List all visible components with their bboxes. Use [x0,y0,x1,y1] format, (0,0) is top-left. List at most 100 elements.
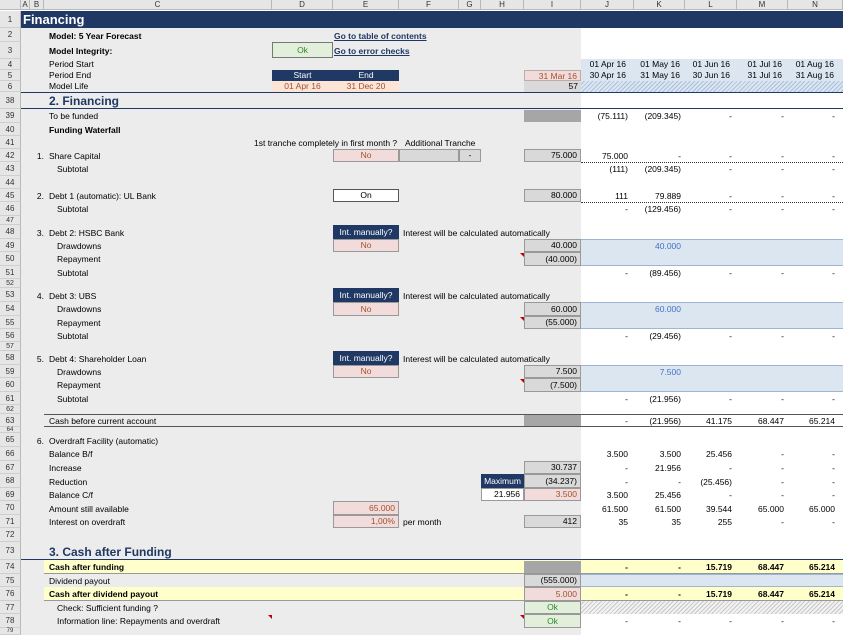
col-header-n[interactable]: N [788,0,843,10]
debt4-int-manually-header: Int. manually? [333,351,399,365]
subtotal-value: - [781,204,784,214]
row-header[interactable]: 44 [0,176,21,189]
row-header[interactable]: 76 [0,587,21,601]
row-header[interactable]: 54 [0,302,21,316]
col-header-b[interactable]: B [30,0,44,10]
row-header[interactable]: 40 [0,123,21,136]
row-header[interactable]: 59 [0,365,21,378]
row-header[interactable]: 67 [0,461,21,474]
row-header[interactable]: 47 [0,216,21,225]
col-header-m[interactable]: M [737,0,788,10]
col-header-i[interactable]: I [524,0,581,10]
amount-available-label: Amount still available [49,504,129,514]
row-header[interactable]: 48 [0,225,21,239]
row-header[interactable]: 49 [0,239,21,252]
debt3-int-manually-flag[interactable]: No [333,302,399,316]
col-header-k[interactable]: K [634,0,685,10]
row-header[interactable]: 73 [0,542,21,560]
row-header[interactable]: 66 [0,447,21,461]
overdraft-rate-input[interactable]: 1,00% [333,515,399,528]
row-header[interactable]: 70 [0,501,21,515]
row-header[interactable]: 53 [0,288,21,302]
balance-cf-opening[interactable]: 3.500 [524,488,581,501]
row-header[interactable]: 56 [0,329,21,342]
debt2-draw-value[interactable]: 40.000 [634,240,681,252]
col-header-c[interactable]: C [44,0,272,10]
row-header[interactable]: 79 [0,628,21,635]
integrity-label: Model Integrity: [49,46,113,56]
col-header-h[interactable]: H [481,0,524,10]
error-checks-link[interactable]: Go to error checks [334,45,410,57]
col-header-d[interactable]: D [272,0,333,10]
row-header[interactable]: 60 [0,378,21,392]
period-end: 30 Jun 16 [692,70,730,80]
row-header[interactable]: 71 [0,515,21,528]
timeline-blank [581,28,843,59]
overdraft-limit-input[interactable]: 65.000 [333,501,399,515]
row-header[interactable]: 57 [0,342,21,351]
debt1-value: 79.889 [655,191,681,201]
row-header[interactable]: 42 [0,149,21,162]
row-header[interactable]: 52 [0,279,21,288]
col-header-e[interactable]: E [333,0,399,10]
row-header[interactable]: 58 [0,351,21,365]
debt4-draw-value[interactable]: 7.500 [634,366,681,378]
debt3-input-band[interactable] [581,302,843,329]
row-header[interactable]: 74 [0,560,21,574]
debt2-int-manually-flag[interactable]: No [333,239,399,252]
cash-after-dividend-opening[interactable]: 5.000 [524,587,581,601]
row-header[interactable]: 62 [0,405,21,414]
row-header[interactable]: 5 [0,70,21,81]
row-header[interactable]: 43 [0,162,21,176]
subtotal-label: Subtotal [57,204,89,214]
share-capital-additional-value[interactable]: - [459,149,481,162]
balance-bf-value: 3.500 [659,449,681,459]
row-header[interactable]: 77 [0,601,21,614]
row-header[interactable]: 3 [0,42,21,59]
row-header[interactable]: 51 [0,266,21,279]
row-header[interactable]: 6 [0,81,21,92]
share-capital-additional[interactable] [399,149,459,162]
row-header[interactable]: 78 [0,614,21,628]
row-header[interactable]: 68 [0,474,21,488]
row-header[interactable]: 2 [0,28,21,42]
row-header[interactable]: 46 [0,202,21,216]
end-date[interactable]: 31 Dec 20 [333,81,399,92]
debt2-input-band[interactable] [581,239,843,266]
subtotal-value: - [729,164,732,174]
page-title: Financing [23,12,85,27]
cash-after-value: 15.719 [706,562,732,572]
row-header[interactable]: 4 [0,59,21,70]
cash-after-value: - [678,562,681,572]
col-header-f[interactable]: F [399,0,459,10]
col-header-g[interactable]: G [459,0,481,10]
debt1-toggle[interactable]: On [333,189,399,202]
row-header[interactable]: 65 [0,433,21,447]
row-header[interactable]: 50 [0,252,21,266]
toc-link[interactable]: Go to table of contents [334,30,427,42]
col-header-j[interactable]: J [581,0,634,10]
row-header[interactable]: 69 [0,488,21,501]
row-header[interactable]: 75 [0,574,21,587]
row-header[interactable]: 72 [0,528,21,542]
col-header-l[interactable]: L [685,0,737,10]
debt4-input-band[interactable] [581,365,843,392]
row-header[interactable]: 45 [0,189,21,202]
debt4-int-manually-flag[interactable]: No [333,365,399,378]
tbf-value: - [832,111,835,121]
select-all-corner[interactable] [0,0,21,10]
dividend-input-band[interactable] [581,574,843,587]
start-date[interactable]: 01 Apr 16 [272,81,333,92]
dividend-total: (555.000) [524,574,581,587]
row-header[interactable]: 63 [0,414,21,427]
share-capital-flag[interactable]: No [333,149,399,162]
row-header[interactable]: 39 [0,109,21,123]
row-header[interactable]: 38 [0,92,21,109]
debt3-draw-value[interactable]: 60.000 [634,303,681,315]
interest-total: 412 [524,515,581,528]
row-header[interactable]: 61 [0,392,21,405]
row-header[interactable]: 55 [0,316,21,329]
row-header[interactable]: 41 [0,136,21,149]
row-header[interactable]: 1 [0,11,21,28]
col-header-a[interactable]: A [21,0,30,10]
